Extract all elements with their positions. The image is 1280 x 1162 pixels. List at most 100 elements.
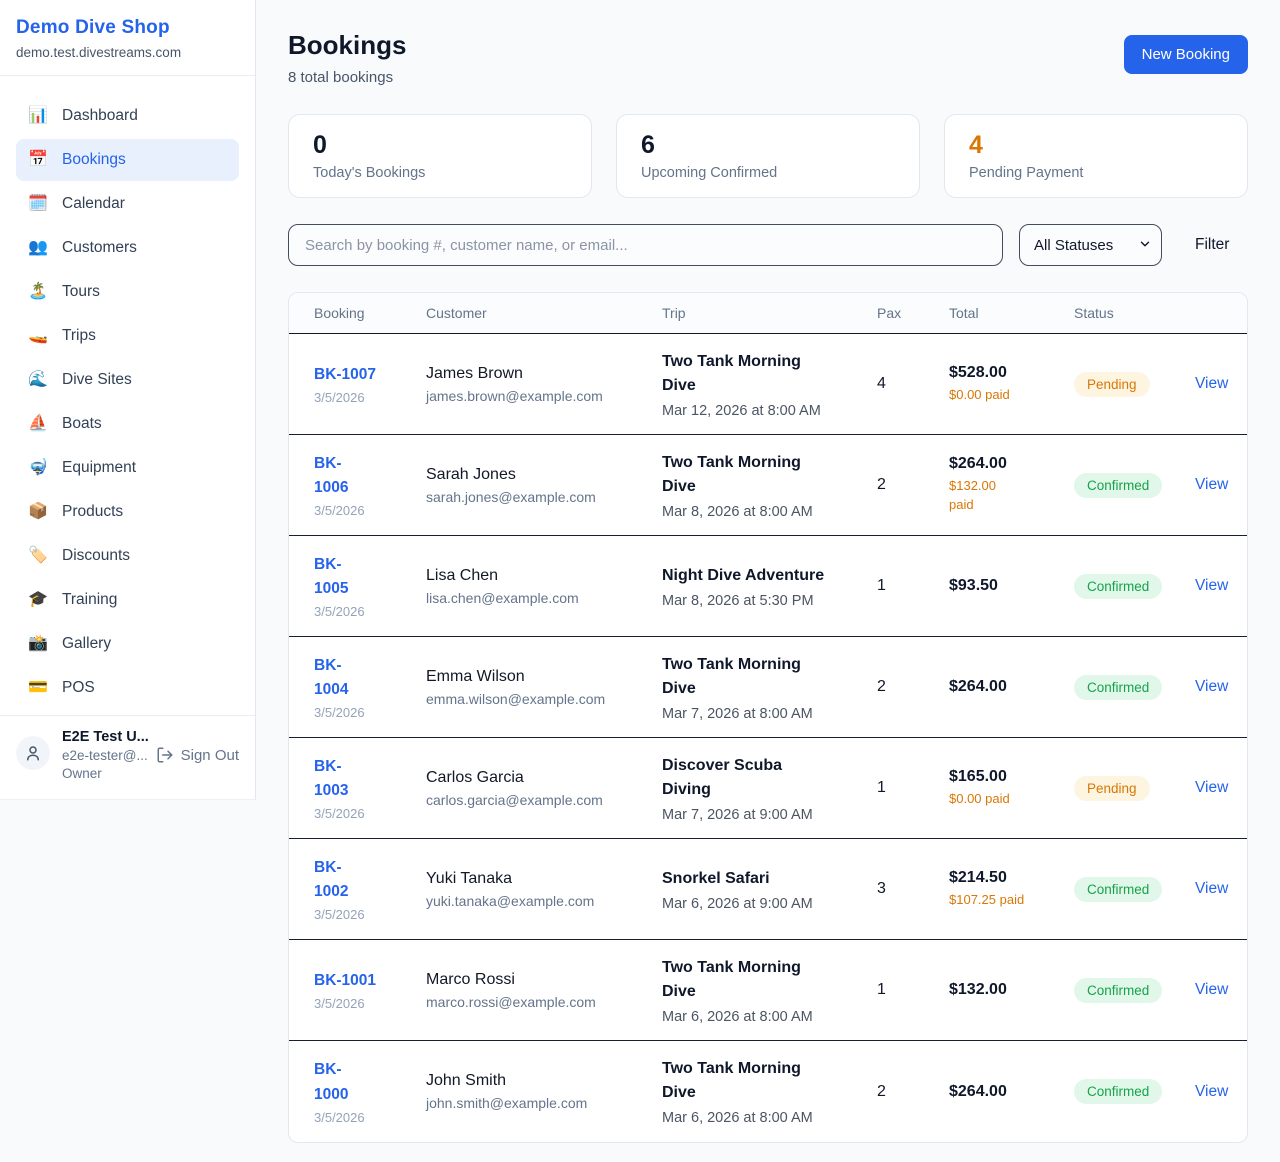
actions-cell: View: [1195, 375, 1231, 393]
sidebar-item-label: Customers: [62, 239, 137, 257]
training-icon: 🎓: [28, 592, 48, 608]
sidebar-item-calendar[interactable]: 🗓️Calendar: [16, 183, 239, 225]
trip-datetime: Mar 8, 2026 at 5:30 PM: [662, 593, 877, 609]
actions-cell: View: [1195, 981, 1231, 999]
stat-value: 4: [969, 131, 1223, 160]
customer-name: Carlos Garcia: [426, 769, 662, 787]
sidebar-item-trips[interactable]: 🚤Trips: [16, 315, 239, 357]
table-row: BK- 1004 3/5/2026 Emma Wilson emma.wilso…: [289, 637, 1247, 738]
sidebar-item-discounts[interactable]: 🏷️Discounts: [16, 535, 239, 577]
view-link[interactable]: View: [1195, 678, 1228, 695]
total-amount: $93.50: [949, 577, 1074, 595]
total-amount: $165.00: [949, 768, 1074, 786]
booking-cell: BK- 1002 3/5/2026: [314, 856, 426, 922]
booking-cell: BK- 1004 3/5/2026: [314, 654, 426, 720]
sidebar-item-label: Dashboard: [62, 107, 138, 125]
stat-card-upcoming-confirmed: 6 Upcoming Confirmed: [616, 114, 920, 198]
booking-id-link[interactable]: BK-1001: [314, 969, 376, 993]
sign-out-button[interactable]: Sign Out: [156, 746, 239, 764]
user-icon: [24, 744, 42, 762]
status-select[interactable]: All Statuses: [1019, 224, 1162, 266]
pax-value: 4: [877, 375, 949, 393]
paid-amount: $107.25 paid: [949, 891, 1074, 910]
search-input[interactable]: [288, 224, 1003, 266]
customer-name: Yuki Tanaka: [426, 870, 662, 888]
total-cell: $264.00 $132.00 paid: [949, 455, 1074, 515]
booking-id-link[interactable]: BK-1007: [314, 363, 376, 387]
paid-amount: $0.00 paid: [949, 386, 1074, 405]
pax-value: 1: [877, 981, 949, 999]
status-cell: Confirmed: [1074, 978, 1195, 1003]
actions-cell: View: [1195, 880, 1231, 898]
customer-cell: Yuki Tanaka yuki.tanaka@example.com: [426, 870, 662, 909]
sidebar-item-label: Gallery: [62, 635, 111, 653]
booking-id-link[interactable]: BK- 1006: [314, 452, 348, 500]
sidebar-item-equipment[interactable]: 🤿Equipment: [16, 447, 239, 489]
trip-name: Two Tank Morning Dive: [662, 451, 877, 499]
table-row: BK-1001 3/5/2026 Marco Rossi marco.rossi…: [289, 940, 1247, 1041]
booking-cell: BK-1007 3/5/2026: [314, 363, 426, 405]
view-link[interactable]: View: [1195, 375, 1228, 392]
sidebar-item-bookings[interactable]: 📅Bookings: [16, 139, 239, 181]
page-title: Bookings: [288, 30, 406, 61]
status-badge: Confirmed: [1074, 675, 1162, 700]
booking-id-link[interactable]: BK- 1005: [314, 553, 348, 601]
customer-cell: Emma Wilson emma.wilson@example.com: [426, 668, 662, 707]
booking-id-link[interactable]: BK- 1000: [314, 1058, 348, 1106]
sidebar-item-label: Bookings: [62, 151, 126, 169]
customer-cell: Marco Rossi marco.rossi@example.com: [426, 971, 662, 1010]
column-header-customer: Customer: [426, 305, 662, 321]
column-header-pax: Pax: [877, 305, 949, 321]
trip-cell: Two Tank Morning Dive Mar 6, 2026 at 8:0…: [662, 956, 877, 1025]
total-amount: $132.00: [949, 981, 1074, 999]
status-badge: Confirmed: [1074, 1079, 1162, 1104]
table-header-row: Booking Customer Trip Pax Total Status: [289, 293, 1247, 334]
sidebar-item-products[interactable]: 📦Products: [16, 491, 239, 533]
filter-row: All Statuses Filter: [288, 224, 1248, 266]
booking-cell: BK- 1005 3/5/2026: [314, 553, 426, 619]
view-link[interactable]: View: [1195, 1083, 1228, 1100]
trip-name: Two Tank Morning Dive: [662, 653, 877, 701]
booking-id-link[interactable]: BK- 1002: [314, 856, 348, 904]
actions-cell: View: [1195, 476, 1231, 494]
new-booking-button[interactable]: New Booking: [1124, 35, 1248, 74]
sidebar-item-dive-sites[interactable]: 🌊Dive Sites: [16, 359, 239, 401]
sidebar-item-boats[interactable]: ⛵Boats: [16, 403, 239, 445]
filter-button[interactable]: Filter: [1195, 236, 1229, 254]
sidebar-item-gallery[interactable]: 📸Gallery: [16, 623, 239, 665]
sidebar-item-customers[interactable]: 👥 Customers: [16, 227, 239, 269]
customer-cell: Sarah Jones sarah.jones@example.com: [426, 466, 662, 505]
total-cell: $264.00: [949, 1083, 1074, 1101]
customer-cell: Lisa Chen lisa.chen@example.com: [426, 567, 662, 606]
stat-label: Today's Bookings: [313, 165, 567, 181]
view-link[interactable]: View: [1195, 880, 1228, 897]
sidebar-item-training[interactable]: 🎓Training: [16, 579, 239, 621]
booking-id-link[interactable]: BK- 1003: [314, 755, 348, 803]
booking-date: 3/5/2026: [314, 907, 426, 922]
total-cell: $165.00 $0.00 paid: [949, 768, 1074, 809]
customers-icon: 👥: [28, 240, 48, 256]
sidebar-item-dashboard[interactable]: 📊Dashboard: [16, 95, 239, 137]
trip-datetime: Mar 6, 2026 at 9:00 AM: [662, 896, 877, 912]
view-link[interactable]: View: [1195, 476, 1228, 493]
status-cell: Confirmed: [1074, 877, 1195, 902]
booking-id-link[interactable]: BK- 1004: [314, 654, 348, 702]
status-cell: Pending: [1074, 372, 1195, 397]
customer-name: Sarah Jones: [426, 466, 662, 484]
view-link[interactable]: View: [1195, 779, 1228, 796]
brand-domain: demo.test.divestreams.com: [16, 45, 239, 60]
total-cell: $264.00: [949, 678, 1074, 696]
customer-name: John Smith: [426, 1072, 662, 1090]
sidebar-item-tours[interactable]: 🏝️Tours: [16, 271, 239, 313]
view-link[interactable]: View: [1195, 577, 1228, 594]
customer-cell: Carlos Garcia carlos.garcia@example.com: [426, 769, 662, 808]
customer-cell: James Brown james.brown@example.com: [426, 365, 662, 404]
view-link[interactable]: View: [1195, 981, 1228, 998]
stat-label: Pending Payment: [969, 165, 1223, 181]
column-header-trip: Trip: [662, 305, 877, 321]
sidebar-item-pos[interactable]: 💳POS: [16, 667, 239, 709]
user-role: Owner: [62, 766, 144, 781]
stat-label: Upcoming Confirmed: [641, 165, 895, 181]
paid-amount: $132.00 paid: [949, 477, 1074, 515]
sidebar-nav: 📊Dashboard📅Bookings🗓️Calendar 👥 Customers 🏝…: [0, 76, 255, 709]
